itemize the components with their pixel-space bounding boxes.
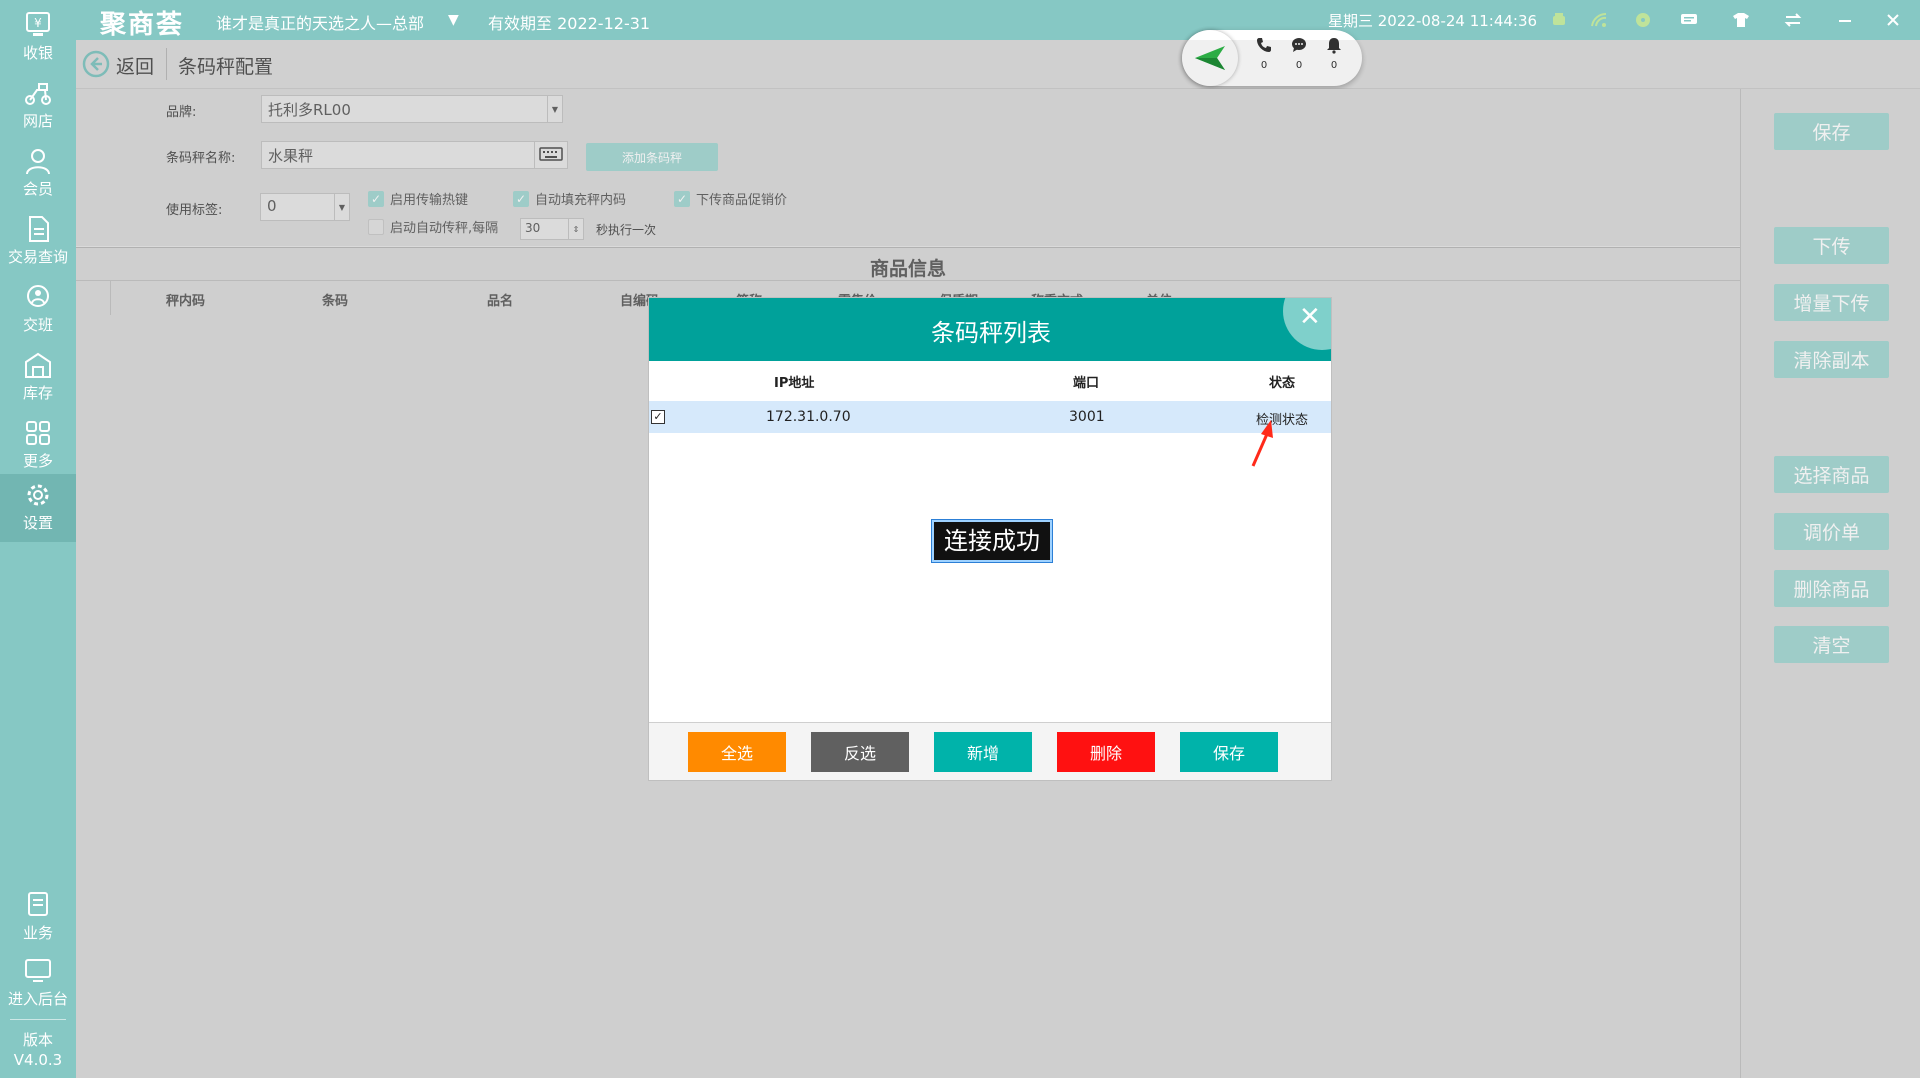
delete-button[interactable]: 删除 bbox=[1057, 732, 1155, 772]
sidebar-item-handover[interactable]: 交班 bbox=[0, 276, 76, 344]
sidebar-item-label: 更多 bbox=[22, 452, 53, 470]
column-header-status: 状态 bbox=[1269, 376, 1296, 391]
sidebar-item-label: 收银 bbox=[22, 44, 53, 62]
sidebar-item-more[interactable]: 更多 bbox=[0, 412, 76, 480]
drive-icon[interactable] bbox=[1632, 10, 1654, 30]
red-arrow-annotation bbox=[1251, 420, 1273, 467]
shirt-icon[interactable] bbox=[1730, 10, 1752, 30]
cashier-icon: ¥ bbox=[26, 12, 50, 36]
button-label: 删除 bbox=[1089, 744, 1122, 763]
sidebar-item-online-store[interactable]: 网店 bbox=[0, 72, 76, 140]
dialog-table-header: IP地址 端口 状态 bbox=[649, 361, 1331, 402]
sidebar: ¥ 收银 网店 会员 交易查询 交班 库存 更多 设置 业务 进入后台 版本 V… bbox=[0, 0, 76, 1078]
sidebar-item-label: 网店 bbox=[22, 112, 53, 130]
dialog-footer: 全选 反选 新增 删除 保存 bbox=[649, 722, 1331, 780]
add-button[interactable]: 新增 bbox=[934, 732, 1032, 772]
button-label: 反选 bbox=[843, 744, 876, 763]
store-selector[interactable]: 谁才是真正的天选之人—总部 bbox=[216, 10, 424, 34]
scooter-icon bbox=[25, 83, 51, 105]
version-label: 版本 bbox=[22, 1031, 53, 1049]
sidebar-item-label: 库存 bbox=[22, 384, 53, 402]
monitor-icon bbox=[25, 959, 51, 982]
dialog-header: 条码秤列表 ✕ bbox=[649, 298, 1331, 361]
sidebar-item-label: 设置 bbox=[22, 514, 53, 532]
sidebar-item-label: 进入后台 bbox=[7, 990, 68, 1008]
divider bbox=[10, 1019, 66, 1020]
sidebar-item-business[interactable]: 业务 bbox=[0, 884, 76, 952]
warehouse-icon bbox=[25, 352, 51, 378]
toast-message: 连接成功 bbox=[932, 520, 1052, 562]
handover-icon bbox=[27, 285, 49, 307]
close-icon[interactable] bbox=[1882, 10, 1904, 30]
grid-icon bbox=[26, 421, 50, 445]
sidebar-item-label: 会员 bbox=[22, 180, 53, 198]
button-label: 新增 bbox=[966, 744, 999, 763]
sidebar-item-cashier[interactable]: ¥ 收银 bbox=[0, 4, 76, 72]
button-label: 保存 bbox=[1212, 744, 1245, 763]
document-icon bbox=[29, 216, 49, 242]
ip-cell: 172.31.0.70 bbox=[766, 409, 851, 425]
button-label: 全选 bbox=[720, 744, 753, 763]
printer-icon[interactable] bbox=[1548, 10, 1570, 30]
column-header-ip: IP地址 bbox=[774, 376, 815, 391]
sidebar-item-backend[interactable]: 进入后台 bbox=[0, 950, 76, 1018]
app-logo: 聚商荟 bbox=[100, 10, 185, 40]
dialog-save-button[interactable]: 保存 bbox=[1180, 732, 1278, 772]
dialog-title: 条码秤列表 bbox=[931, 319, 1051, 347]
minimize-icon[interactable] bbox=[1834, 10, 1856, 30]
member-icon bbox=[26, 149, 50, 175]
version-number: V4.0.3 bbox=[13, 1051, 63, 1069]
table-row[interactable]: ✓ 172.31.0.70 3001 检测状态 bbox=[649, 401, 1331, 433]
close-icon: ✕ bbox=[1299, 302, 1321, 332]
version-info: 版本 V4.0.3 bbox=[0, 1030, 76, 1070]
invert-selection-button[interactable]: 反选 bbox=[811, 732, 909, 772]
switch-icon[interactable] bbox=[1782, 10, 1804, 30]
select-all-button[interactable]: 全选 bbox=[688, 732, 786, 772]
message-icon[interactable] bbox=[1678, 10, 1700, 30]
sidebar-item-label: 交班 bbox=[22, 316, 53, 334]
top-bar: 聚商荟 谁才是真正的天选之人—总部 ▼ 有效期至 2022-12-31 星期三 … bbox=[0, 0, 1920, 40]
sidebar-item-settings[interactable]: 设置 bbox=[0, 474, 76, 542]
sidebar-item-member[interactable]: 会员 bbox=[0, 140, 76, 208]
sidebar-item-transactions[interactable]: 交易查询 bbox=[0, 208, 76, 276]
sidebar-item-inventory[interactable]: 库存 bbox=[0, 344, 76, 412]
chevron-down-icon[interactable]: ▼ bbox=[448, 12, 459, 28]
sidebar-item-label: 业务 bbox=[22, 924, 53, 942]
svg-text:¥: ¥ bbox=[34, 16, 42, 30]
gear-icon bbox=[27, 484, 49, 506]
business-icon bbox=[28, 892, 48, 916]
wifi-icon[interactable] bbox=[1588, 10, 1610, 30]
row-checkbox[interactable]: ✓ bbox=[651, 410, 665, 424]
port-cell: 3001 bbox=[1069, 409, 1105, 425]
expiry-date: 有效期至 2022-12-31 bbox=[488, 14, 651, 33]
datetime: 星期三 2022-08-24 11:44:36 bbox=[1328, 12, 1538, 30]
column-header-port: 端口 bbox=[1073, 376, 1100, 391]
sidebar-item-label: 交易查询 bbox=[7, 248, 68, 266]
scale-list-dialog: 条码秤列表 ✕ IP地址 端口 状态 ✓ 172.31.0.70 3001 检测… bbox=[648, 297, 1332, 781]
